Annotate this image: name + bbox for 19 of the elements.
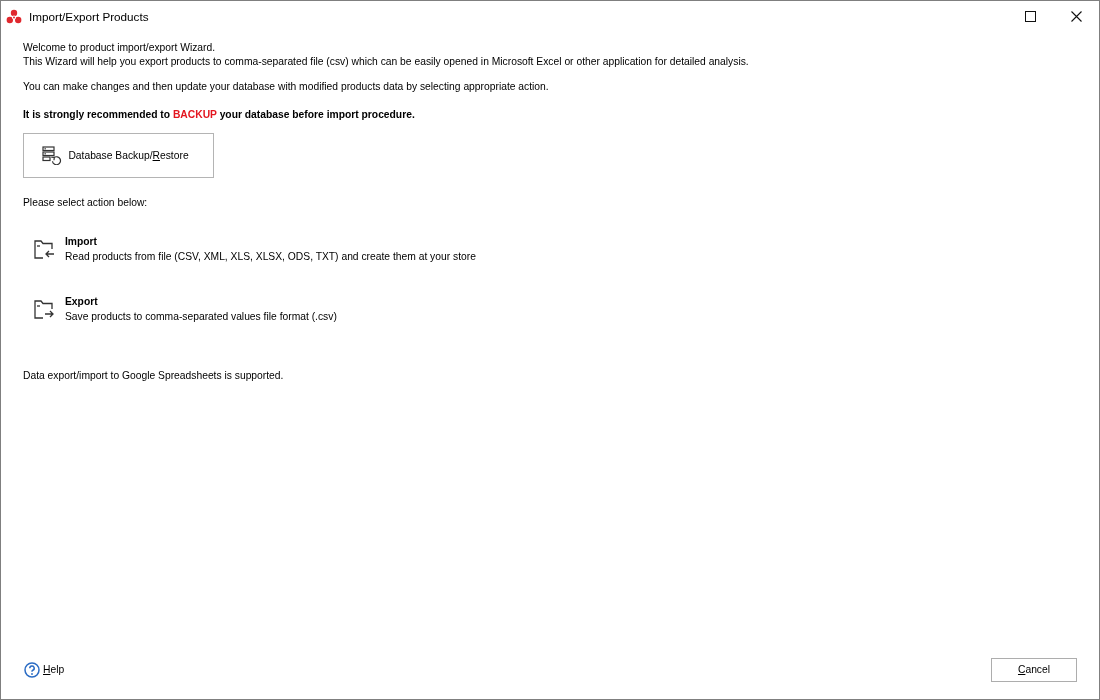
app-logo-icon	[6, 9, 22, 24]
folder-import-icon	[34, 240, 55, 259]
note-text: You can make changes and then update your database with modified products data by selecting appropriate action.	[23, 80, 549, 94]
action-option[interactable]: Import Read products from file (CSV, XML, XLS, XLSX, ODS, TXT) and create them at your store	[23, 235, 476, 264]
help-link[interactable]: Help	[24, 662, 65, 678]
footnote-text: Data export/import to Google Spreadsheets is supported.	[23, 369, 284, 383]
window-title: Import/Export Products	[29, 9, 149, 24]
maximize-icon[interactable]	[1024, 11, 1036, 22]
cancel-button[interactable]: Cancel	[991, 658, 1077, 682]
folder-export-icon	[34, 300, 55, 319]
database-restore-icon	[42, 146, 63, 165]
backup-warning-text: It is strongly recommended to BACKUP your database before import procedure.	[23, 108, 415, 122]
close-icon[interactable]	[1070, 11, 1082, 22]
prompt-text: Please select action below:	[23, 196, 148, 210]
action-option[interactable]: Export Save products to comma-separated values file format (.csv)	[23, 295, 476, 324]
intro-text: Welcome to product import/export Wizard.	[23, 41, 216, 55]
intro-text: This Wizard will help you export products to comma-separated file (csv) which can be easily opened in Microsoft Excel or other application for detailed analysis.	[23, 55, 749, 69]
help-icon	[24, 662, 40, 678]
backup-restore-button[interactable]: Database Backup/Restore	[23, 133, 214, 178]
